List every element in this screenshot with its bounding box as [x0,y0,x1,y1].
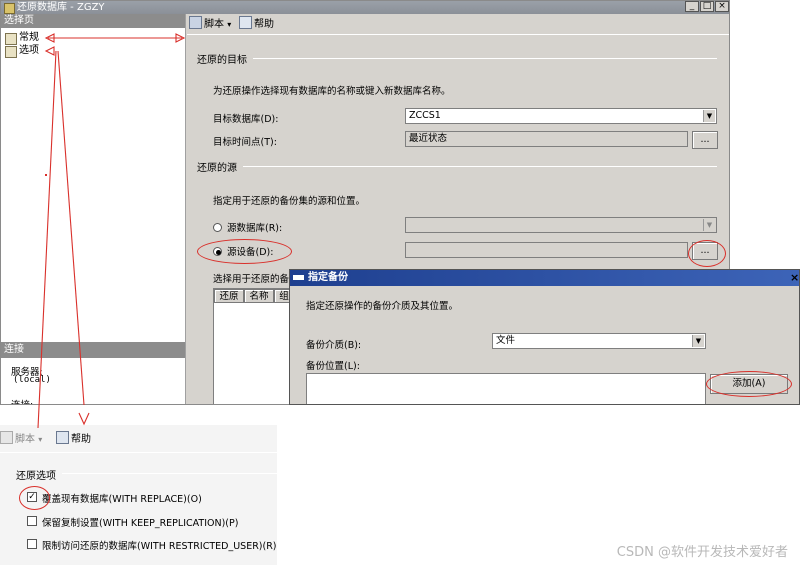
watermark: CSDN @软件开发技术爱好者 [616,545,788,560]
annotation-circle-source-device [197,239,292,264]
annotation-circle-overwrite [19,486,50,510]
annotation-overlay [37,33,186,429]
arrow-to-options-page [37,50,57,429]
arrow-to-options-page [57,50,85,406]
arrowhead [78,412,90,426]
arrowhead [44,46,55,56]
annotation-circle-browse [688,240,726,267]
annotation-circle-add [706,371,792,397]
